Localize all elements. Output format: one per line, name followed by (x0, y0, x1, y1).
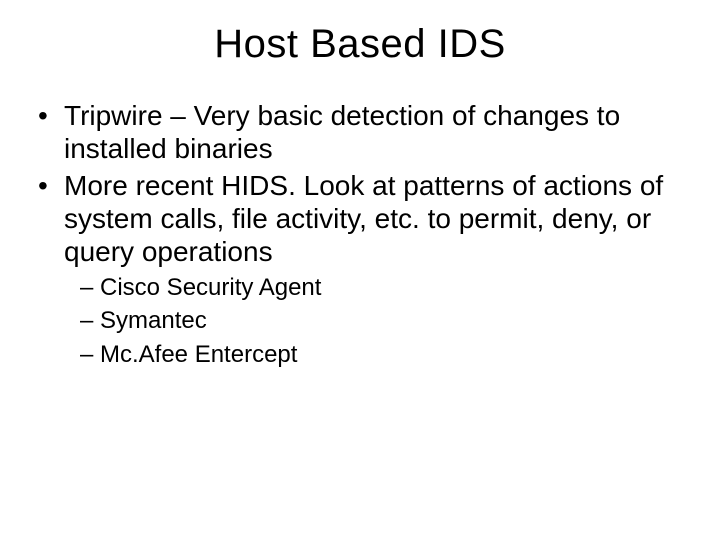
bullet-list: Tripwire – Very basic detection of chang… (36, 99, 684, 370)
list-item: More recent HIDS. Look at patterns of ac… (36, 169, 684, 370)
list-item: Tripwire – Very basic detection of chang… (36, 99, 684, 165)
sub-bullet-text: Mc.Afee Entercept (100, 341, 297, 368)
bullet-text: More recent HIDS. Look at patterns of ac… (64, 170, 663, 267)
list-item: Symantec (80, 305, 684, 336)
slide: Host Based IDS Tripwire – Very basic det… (0, 0, 720, 540)
sub-bullet-list: Cisco Security Agent Symantec Mc.Afee En… (64, 272, 684, 370)
sub-bullet-text: Symantec (100, 307, 207, 334)
slide-title: Host Based IDS (0, 0, 720, 67)
list-item: Mc.Afee Entercept (80, 339, 684, 370)
slide-body: Tripwire – Very basic detection of chang… (0, 67, 720, 370)
sub-bullet-text: Cisco Security Agent (100, 274, 321, 301)
bullet-text: Tripwire – Very basic detection of chang… (64, 100, 620, 164)
list-item: Cisco Security Agent (80, 272, 684, 303)
